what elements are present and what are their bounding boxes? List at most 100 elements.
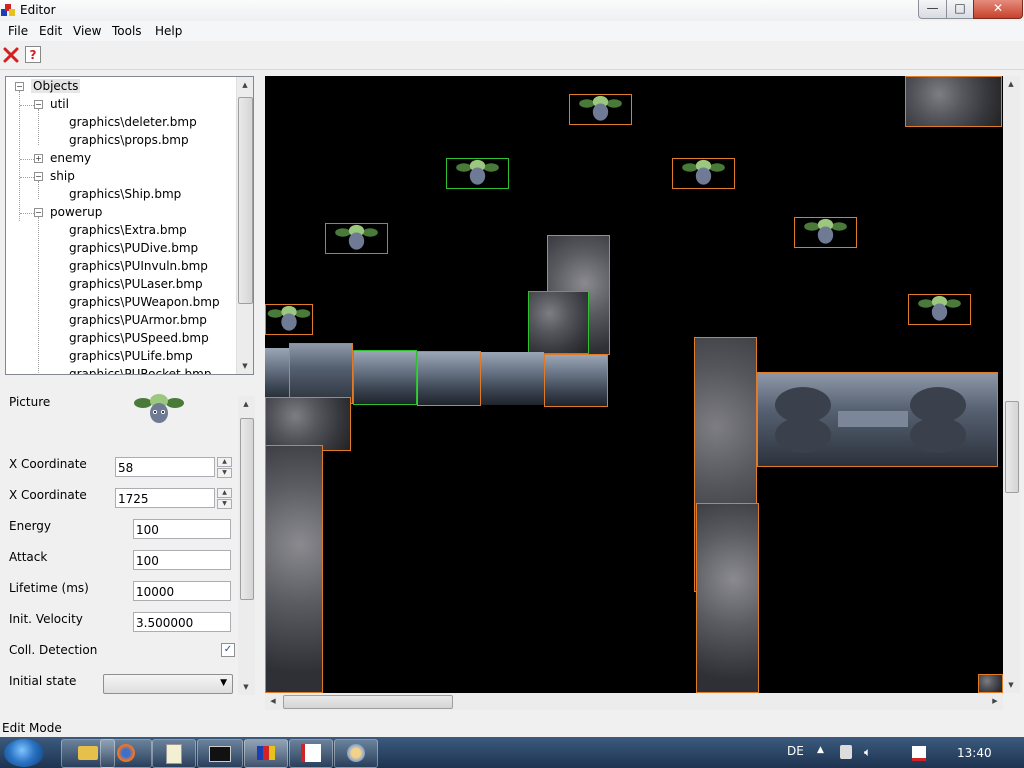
- collision-checkbox[interactable]: ✓: [221, 643, 235, 657]
- enemy-sprite[interactable]: [325, 223, 388, 254]
- console-icon[interactable]: [197, 739, 243, 768]
- show-hidden-icons-icon[interactable]: ▲: [817, 745, 824, 755]
- asteroid-tile[interactable]: [528, 291, 589, 354]
- pipe-segment[interactable]: [353, 350, 417, 405]
- enemy-sprite[interactable]: [794, 217, 857, 248]
- tree-leaf[interactable]: graphics\PURocket.bmp: [69, 367, 211, 374]
- menu-tools[interactable]: Tools: [112, 24, 142, 38]
- tree-node-ship[interactable]: ship: [50, 169, 75, 183]
- tree-expand-enemy[interactable]: +: [34, 154, 43, 163]
- scroll-up-arrow-icon[interactable]: ▲: [238, 396, 254, 412]
- scroll-down-arrow-icon[interactable]: ▼: [238, 679, 254, 695]
- power-plug-icon[interactable]: [840, 745, 852, 759]
- menu-bar: File Edit View Tools Help: [0, 21, 1024, 41]
- canvas-horizontal-thumb[interactable]: [283, 695, 453, 709]
- clock[interactable]: 13:40: [957, 746, 992, 760]
- language-indicator[interactable]: DE: [787, 744, 804, 758]
- menu-edit[interactable]: Edit: [39, 24, 62, 38]
- tree-node-enemy[interactable]: enemy: [50, 151, 91, 165]
- spin-up-icon[interactable]: ▲: [217, 457, 232, 467]
- delete-x-icon[interactable]: [3, 47, 19, 63]
- pipe-segment[interactable]: [265, 348, 289, 403]
- menu-help[interactable]: Help: [155, 24, 182, 38]
- properties-scrollbar[interactable]: ▲ ▼: [238, 396, 255, 695]
- asteroid-tile[interactable]: [696, 503, 759, 693]
- tree-leaf[interactable]: graphics\PUArmor.bmp: [69, 313, 207, 327]
- lifetime-input[interactable]: 10000: [133, 581, 231, 601]
- enemy-sprite[interactable]: [446, 158, 509, 189]
- editor-app-icon[interactable]: [244, 739, 288, 768]
- tree-leaf[interactable]: graphics\PUInvuln.bmp: [69, 259, 208, 273]
- scroll-right-arrow-icon[interactable]: ▶: [987, 693, 1003, 709]
- enemy-sprite[interactable]: [265, 304, 313, 335]
- minimize-button[interactable]: —: [918, 0, 947, 19]
- y-coordinate-spinner[interactable]: ▲ ▼: [217, 488, 232, 509]
- scroll-down-arrow-icon[interactable]: ▼: [1003, 677, 1019, 693]
- help-question-icon[interactable]: ?: [25, 46, 41, 63]
- action-center-flag-icon[interactable]: [912, 746, 926, 761]
- menu-file[interactable]: File: [8, 24, 28, 38]
- pipe-segment[interactable]: [289, 343, 353, 404]
- firefox-icon[interactable]: [100, 739, 152, 768]
- velocity-input[interactable]: 3.500000: [133, 612, 231, 632]
- paint-icon[interactable]: [334, 739, 378, 768]
- tree-node-objects[interactable]: Objects: [31, 79, 81, 93]
- tree-node-powerup[interactable]: powerup: [50, 205, 102, 219]
- tree-leaf[interactable]: graphics\PUSpeed.bmp: [69, 331, 209, 345]
- tree-collapse-powerup[interactable]: −: [34, 208, 43, 217]
- volume-icon[interactable]: 🔈︎: [864, 745, 871, 760]
- tree-leaf[interactable]: graphics\props.bmp: [69, 133, 189, 147]
- image-tool-icon[interactable]: [289, 739, 333, 768]
- scroll-left-arrow-icon[interactable]: ◀: [265, 693, 281, 709]
- x-coordinate-input[interactable]: 58: [115, 457, 215, 477]
- tree-leaf[interactable]: graphics\deleter.bmp: [69, 115, 197, 129]
- canvas-vertical-scrollbar[interactable]: ▲ ▼: [1003, 76, 1020, 693]
- spin-up-icon[interactable]: ▲: [217, 488, 232, 498]
- tree-collapse-util[interactable]: −: [34, 100, 43, 109]
- asteroid-tile[interactable]: [905, 76, 1002, 127]
- tree-collapse-objects[interactable]: −: [15, 82, 24, 91]
- tree-leaf[interactable]: graphics\PUDive.bmp: [69, 241, 198, 255]
- scroll-up-arrow-icon[interactable]: ▲: [237, 77, 253, 93]
- attack-input[interactable]: 100: [133, 550, 231, 570]
- y-coordinate-input[interactable]: 1725: [115, 488, 215, 508]
- enemy-sprite[interactable]: [908, 294, 971, 325]
- menu-view[interactable]: View: [73, 24, 101, 38]
- scroll-up-arrow-icon[interactable]: ▲: [1003, 76, 1019, 92]
- asteroid-tile[interactable]: [265, 397, 351, 451]
- tree-collapse-ship[interactable]: −: [34, 172, 43, 181]
- enemy-sprite[interactable]: [569, 94, 632, 125]
- asteroid-tile[interactable]: [265, 445, 323, 693]
- level-canvas[interactable]: [265, 76, 1003, 693]
- object-tree[interactable]: − Objects − util graphics\deleter.bmp gr…: [5, 76, 254, 375]
- x-coordinate-spinner[interactable]: ▲ ▼: [217, 457, 232, 478]
- energy-label: Energy: [9, 519, 52, 533]
- pipe-segment[interactable]: [417, 351, 481, 406]
- pipe-segment[interactable]: [544, 354, 608, 407]
- asteroid-tile[interactable]: [978, 674, 1003, 693]
- canvas-horizontal-scrollbar[interactable]: ◀ ▶: [265, 693, 1003, 710]
- maximize-button[interactable]: □: [946, 0, 974, 19]
- initial-state-select[interactable]: ▼: [103, 674, 233, 694]
- tree-scrollbar[interactable]: ▲ ▼: [236, 77, 253, 374]
- close-button[interactable]: ✕: [973, 0, 1023, 19]
- pipe-segment[interactable]: [481, 352, 544, 405]
- tree-leaf[interactable]: graphics\Extra.bmp: [69, 223, 187, 237]
- enemy-sprite[interactable]: [672, 158, 735, 189]
- start-button[interactable]: [4, 739, 44, 767]
- canvas-vertical-thumb[interactable]: [1005, 401, 1019, 493]
- window-title: Editor: [20, 3, 56, 17]
- tree-scroll-thumb[interactable]: [238, 97, 253, 304]
- mothership-tile[interactable]: [757, 372, 998, 467]
- tree-leaf[interactable]: graphics\PULaser.bmp: [69, 277, 203, 291]
- spin-down-icon[interactable]: ▼: [217, 499, 232, 509]
- tree-leaf[interactable]: graphics\PULife.bmp: [69, 349, 193, 363]
- tree-leaf[interactable]: graphics\PUWeapon.bmp: [69, 295, 220, 309]
- spin-down-icon[interactable]: ▼: [217, 468, 232, 478]
- notepad-icon[interactable]: [152, 739, 196, 768]
- energy-input[interactable]: 100: [133, 519, 231, 539]
- tree-node-util[interactable]: util: [50, 97, 69, 111]
- scroll-down-arrow-icon[interactable]: ▼: [237, 358, 253, 374]
- properties-scroll-thumb[interactable]: [240, 418, 254, 600]
- tree-leaf[interactable]: graphics\Ship.bmp: [69, 187, 181, 201]
